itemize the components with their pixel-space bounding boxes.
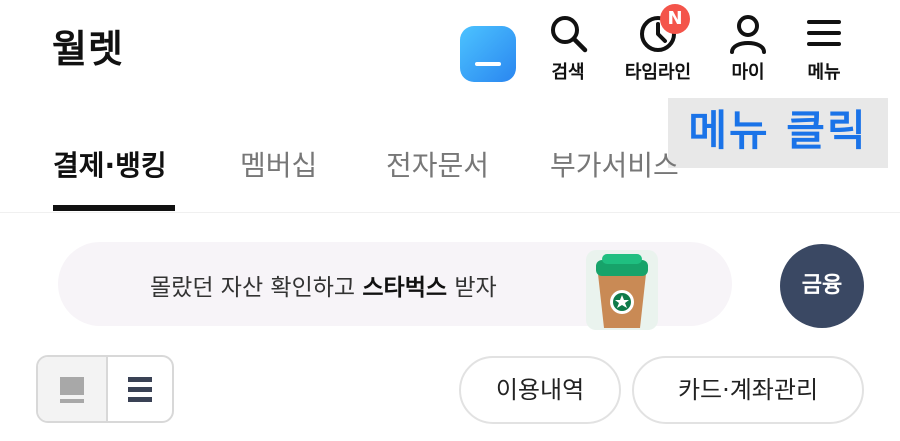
list-view-icon	[128, 377, 152, 402]
view-toggle	[36, 355, 174, 423]
usage-history-button[interactable]: 이용내역	[459, 356, 621, 424]
app-icon-bar	[475, 62, 501, 66]
promo-text: 몰랐던 자산 확인하고 스타벅스 받자	[150, 268, 497, 302]
person-icon	[730, 15, 766, 54]
timeline-button[interactable]: 타임라인 N	[612, 4, 704, 84]
card-view-button[interactable]	[38, 357, 108, 421]
search-button[interactable]: 검색	[540, 12, 596, 84]
hamburger-menu-icon	[807, 20, 841, 46]
tab-membership[interactable]: 멤버십	[240, 144, 317, 184]
page-title: 월렛	[52, 27, 124, 71]
menu-label: 메뉴	[807, 62, 841, 83]
new-badge: N	[660, 4, 690, 34]
tab-e-documents[interactable]: 전자문서	[386, 144, 489, 184]
promo-text-prefix: 몰랐던 자산 확인하고	[150, 275, 363, 301]
search-icon	[551, 16, 588, 53]
timeline-label: 타임라인	[624, 62, 692, 83]
tab-payment-banking[interactable]: 결제·뱅킹	[53, 144, 167, 184]
coffee-cup-icon	[586, 250, 658, 330]
active-tab-indicator	[53, 205, 175, 211]
tab-extra-services[interactable]: 부가서비스	[550, 144, 679, 184]
category-tabs: 결제·뱅킹 멤버십 전자문서 부가서비스	[0, 130, 900, 213]
promo-banner[interactable]: 몰랐던 자산 확인하고 스타벅스 받자	[58, 242, 732, 330]
promo-text-bold: 스타벅스	[362, 275, 448, 301]
menu-button[interactable]: 메뉴	[798, 12, 850, 84]
card-view-icon	[60, 377, 84, 403]
finance-button[interactable]: 금융	[780, 244, 864, 328]
promo-text-suffix: 받자	[447, 275, 497, 301]
list-view-button[interactable]	[106, 357, 174, 421]
card-account-manage-button[interactable]: 카드·계좌관리	[632, 356, 864, 424]
wallet-app-icon[interactable]	[460, 26, 516, 82]
my-label: 마이	[731, 62, 765, 83]
search-label: 검색	[551, 62, 585, 83]
my-button[interactable]: 마이	[722, 12, 774, 84]
top-header: 월렛 검색 타임라인 N 마이 메뉴	[0, 0, 900, 100]
